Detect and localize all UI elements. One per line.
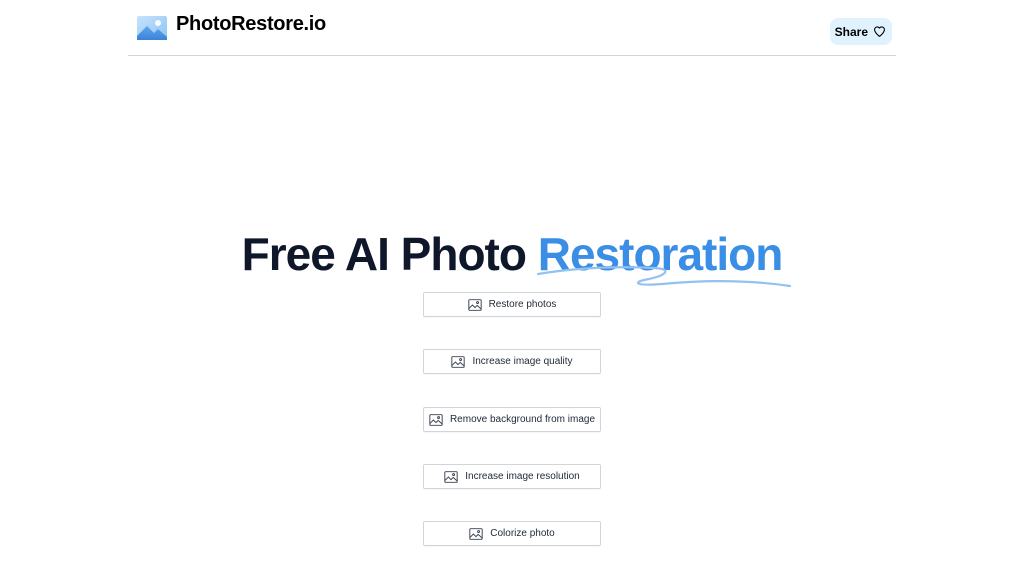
hero-title: Free AI Photo Restoration <box>0 226 1024 288</box>
increase-resolution-label: Increase image resolution <box>465 471 580 482</box>
remove-background-button[interactable]: Remove background from image <box>423 407 601 432</box>
logo-link[interactable]: PhotoRestore.io <box>136 12 326 44</box>
restore-photos-label: Restore photos <box>488 299 557 310</box>
image-icon <box>444 470 458 483</box>
increase-quality-button[interactable]: Increase image quality <box>423 349 601 374</box>
image-icon <box>429 413 443 426</box>
remove-background-label: Remove background from image <box>449 414 596 425</box>
image-icon <box>451 355 466 368</box>
heart-icon <box>874 26 885 37</box>
increase-resolution-button[interactable]: Increase image resolution <box>423 464 601 489</box>
hero-title-main: Free AI Photo <box>241 228 538 280</box>
picture-icon <box>137 16 167 40</box>
hero-title-accent: Restoration <box>536 226 791 288</box>
hero-title-accent-text: Restoration <box>537 228 784 280</box>
image-icon <box>469 527 483 540</box>
colorize-photo-button[interactable]: Colorize photo <box>423 521 601 546</box>
colorize-photo-label: Colorize photo <box>490 528 555 539</box>
restore-photos-button[interactable]: Restore photos <box>423 292 601 317</box>
page: PhotoRestore.io Share Free AI Photo Rest… <box>0 0 1024 576</box>
site-header: PhotoRestore.io Share <box>128 0 896 56</box>
share-button[interactable]: Share <box>829 18 892 45</box>
image-icon <box>467 298 482 311</box>
increase-quality-label: Increase image quality <box>472 356 573 367</box>
share-label: Share <box>834 24 868 39</box>
logo-text: PhotoRestore.io <box>176 12 326 35</box>
